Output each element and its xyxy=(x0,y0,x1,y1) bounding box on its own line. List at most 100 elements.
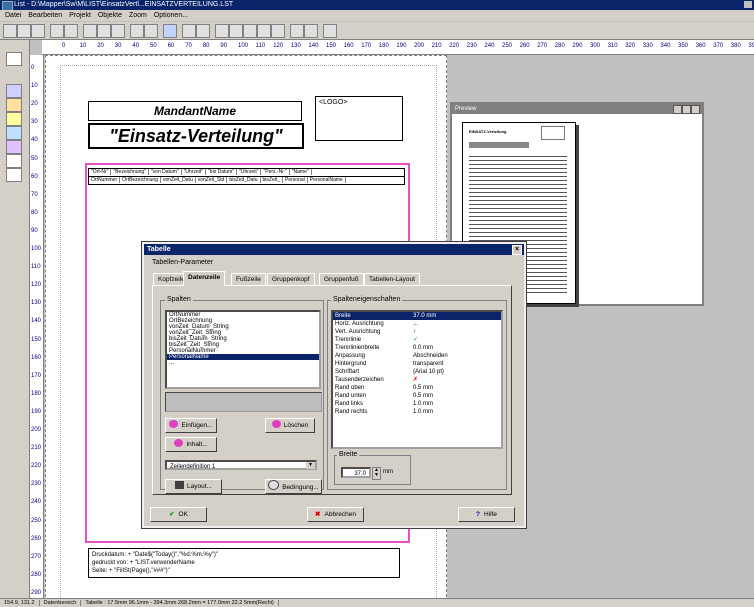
ruler-tick-label: 230 xyxy=(466,43,477,49)
property-name: Breite xyxy=(335,313,351,319)
columns-listbox[interactable]: OrtNummer OrtBezeichnung vonZeit_Datum_S… xyxy=(165,310,321,389)
maximize-icon[interactable] xyxy=(682,105,691,114)
toolbar xyxy=(0,22,754,40)
condition-button[interactable]: Bedingung... xyxy=(265,479,322,494)
ruler-tick-label: 130 xyxy=(31,300,42,307)
help-button[interactable]: ? Hilfe xyxy=(458,507,515,522)
menu-datei[interactable]: Datei xyxy=(5,12,21,19)
menu-objekte[interactable]: Objekte xyxy=(98,12,122,19)
print-icon[interactable] xyxy=(50,24,64,38)
text-tool-icon[interactable] xyxy=(6,84,22,98)
select-tool-icon[interactable] xyxy=(6,52,22,66)
cancel-button[interactable]: ✖ Abbrechen xyxy=(307,507,364,522)
close-icon[interactable]: × xyxy=(512,245,522,255)
table-frame-left xyxy=(85,163,87,543)
property-row[interactable]: Rand unten 0.5 mm xyxy=(333,392,501,400)
ruler-tick-label: 90 xyxy=(220,43,228,49)
property-row[interactable]: Horiz. Ausrichtung ← xyxy=(333,320,501,328)
align-center-icon[interactable] xyxy=(243,24,257,38)
property-row[interactable]: Rand rechts 1.0 mm xyxy=(333,408,501,416)
spacing-icon[interactable] xyxy=(271,24,285,38)
paste-icon[interactable] xyxy=(111,24,125,38)
help-icon[interactable] xyxy=(290,24,304,38)
ruler-tick-label: 100 xyxy=(238,43,249,49)
column-properties-label: Spalteneigenschaften xyxy=(331,296,403,303)
line-tool-icon[interactable] xyxy=(6,126,22,140)
filter-icon[interactable] xyxy=(323,24,337,38)
table-header-cell: "Name" xyxy=(289,169,312,175)
insert-button[interactable]: Einfügen... xyxy=(165,418,217,433)
table-tool-icon[interactable] xyxy=(6,168,22,182)
delete-button[interactable]: Löschen xyxy=(265,418,315,433)
menu-zoom[interactable]: Zoom xyxy=(129,12,147,19)
report-title-field[interactable]: "Einsatz-Verteilung" xyxy=(88,123,304,149)
line-definition-select[interactable]: Zeilendefinition 1 ▼ xyxy=(165,460,317,470)
group-icon[interactable] xyxy=(163,24,177,38)
footer-line: gedruckt von: + "LIST.verwenderName xyxy=(92,560,195,566)
back-icon[interactable] xyxy=(144,24,158,38)
table-data-cell: Personal xyxy=(283,177,308,183)
size-icon[interactable] xyxy=(257,24,271,38)
rectangle-tool-icon[interactable] xyxy=(6,98,22,112)
align-bottom-icon[interactable] xyxy=(229,24,243,38)
property-name: Hintergrund xyxy=(335,361,367,367)
ellipse-tool-icon[interactable] xyxy=(6,112,22,126)
property-row[interactable]: Rand oben 0.5 mm xyxy=(333,384,501,392)
barcode-tool-icon[interactable] xyxy=(6,154,22,168)
property-row[interactable]: Trennlinie ✓ xyxy=(333,336,501,344)
ruler-tick-label: 200 xyxy=(31,427,42,433)
content-button[interactable]: Inhalt... xyxy=(165,437,217,452)
ruler-tick-label: 0 xyxy=(31,65,35,71)
ruler-tick-label: 190 xyxy=(396,43,407,49)
align-left-icon[interactable] xyxy=(182,24,196,38)
logo-placeholder[interactable]: <LOGO> xyxy=(315,96,403,141)
property-row[interactable]: Schriftart {Arial 10 pt} xyxy=(333,368,501,376)
menu-projekt[interactable]: Projekt xyxy=(69,12,91,19)
property-row[interactable]: Vert. Ausrichtung ↑ xyxy=(333,328,501,336)
property-row[interactable]: Breite 37.0 mm xyxy=(333,312,501,320)
property-value: ← xyxy=(413,321,419,327)
property-row[interactable]: Anpassung Abschneiden xyxy=(333,352,501,360)
layout-button[interactable]: Layout... xyxy=(165,479,222,494)
mandant-field[interactable]: MandantName xyxy=(88,101,302,121)
menu-bearbeiten[interactable]: Bearbeiten xyxy=(28,12,62,19)
chevron-down-icon[interactable]: ▼ xyxy=(306,462,315,469)
horizontal-ruler: 0 10 20 30 40 50 60 70 80 90 100 110 120 130 140 150 160… xyxy=(42,40,754,55)
ruler-tick-label: 370 xyxy=(713,43,724,49)
align-right-icon[interactable] xyxy=(196,24,210,38)
table-header-cell: "Uhrzeit" xyxy=(181,169,207,175)
context-help-icon[interactable] xyxy=(304,24,318,38)
ok-button[interactable]: ✔ OK xyxy=(150,507,207,522)
dialog-titlebar: Tabelle × xyxy=(144,244,524,255)
minimize-icon[interactable] xyxy=(673,105,682,114)
table-data-row[interactable]: OrtNummer OrtBezeichnung vonZeit_Datu vonZe… xyxy=(88,176,405,185)
table-data-cell: OrtNummer xyxy=(89,177,121,183)
insert-icon xyxy=(169,420,179,428)
width-spinner[interactable]: ▲ ▼ xyxy=(372,467,381,480)
property-row[interactable]: Tausenderzeichen ✗ xyxy=(333,376,501,384)
ruler-tick-label: 50 xyxy=(150,43,157,49)
property-value: {Arial 10 pt} xyxy=(413,369,445,375)
open-file-icon[interactable] xyxy=(17,24,31,38)
image-tool-icon[interactable] xyxy=(6,140,22,154)
close-icon[interactable] xyxy=(691,105,700,114)
print-preview-icon[interactable] xyxy=(64,24,78,38)
tab-datenzeile[interactable]: Datenzeile xyxy=(183,271,226,286)
property-row[interactable]: Trennlinienbreite 0.0 mm xyxy=(333,344,501,352)
align-top-icon[interactable] xyxy=(215,24,229,38)
window-control-button[interactable] xyxy=(744,1,752,8)
property-row[interactable]: Rand links 1.0 mm xyxy=(333,400,501,408)
footer-textbox[interactable]: Druckdatum: + "Date$("Today()","%d.%m.%y… xyxy=(88,548,400,578)
property-row[interactable]: Hintergrund transparent xyxy=(333,360,501,368)
cancel-label: Abbrechen xyxy=(324,511,356,518)
property-value: 1.0 mm xyxy=(413,409,434,415)
width-input[interactable]: 37.0 xyxy=(341,467,371,478)
front-icon[interactable] xyxy=(130,24,144,38)
cut-icon[interactable] xyxy=(83,24,97,38)
column-item[interactable]: ... xyxy=(167,360,319,366)
save-icon[interactable] xyxy=(31,24,45,38)
new-file-icon[interactable] xyxy=(3,24,17,38)
column-properties-list[interactable]: Breite 37.0 mm Horiz. Ausrichtung ← Vert. Au… xyxy=(331,310,503,449)
menu-optionen[interactable]: Optionen... xyxy=(154,12,188,19)
copy-icon[interactable] xyxy=(97,24,111,38)
